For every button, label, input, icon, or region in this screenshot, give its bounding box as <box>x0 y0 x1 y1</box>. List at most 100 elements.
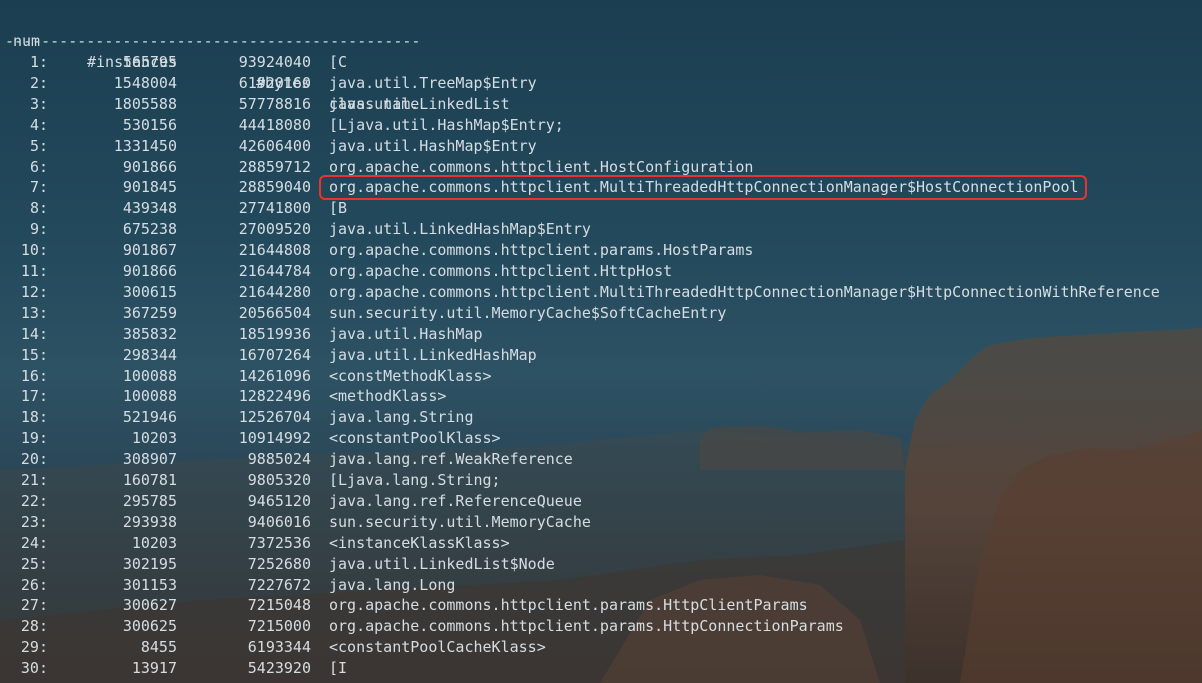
row-class-name: [B <box>329 199 348 218</box>
row-bytes: 20566504 <box>238 303 311 322</box>
row-bytes: 44418080 <box>238 115 311 134</box>
row-instances: 1331450 <box>113 136 177 155</box>
row-num: 1: <box>29 53 48 71</box>
row-bytes: 42606400 <box>238 136 311 155</box>
row-num: 13: <box>20 303 48 322</box>
row-num: 24: <box>20 533 48 552</box>
row-class-name: java.util.LinkedHashMap <box>329 345 537 364</box>
row-bytes: 16707264 <box>238 345 311 364</box>
row-class-name: <instanceKlassKlass> <box>329 533 510 552</box>
row-instances: 100088 <box>122 366 177 385</box>
row-instances: 293938 <box>122 512 177 531</box>
row-num: 16: <box>20 366 48 385</box>
row-class-name: <constantPoolCacheKlass> <box>329 638 546 657</box>
row-bytes: 9885024 <box>247 450 311 469</box>
row-num: 28: <box>20 617 48 636</box>
row-instances: 1548004 <box>113 73 177 92</box>
row-bytes: 21644280 <box>238 282 311 301</box>
row-bytes: 28859040 <box>238 178 311 197</box>
row-class-name: <constantPoolKlass> <box>329 429 501 448</box>
row-num: 22: <box>20 491 48 510</box>
row-instances: 298344 <box>122 345 177 364</box>
row-instances: 901867 <box>122 241 177 260</box>
row-class-name: [Ljava.lang.String; <box>329 471 501 489</box>
row-num: 10: <box>20 241 48 260</box>
row-instances: 300615 <box>122 282 177 301</box>
row-instances: 295785 <box>122 491 177 510</box>
row-num: 7: <box>29 178 48 197</box>
row-class-name: java.util.TreeMap$Entry <box>329 73 537 92</box>
row-class-name: <constMethodKlass> <box>329 366 492 385</box>
header-separator: ----------------------------------------… <box>5 32 421 50</box>
row-bytes: 21644784 <box>238 262 311 280</box>
row-instances: 521946 <box>122 408 177 427</box>
row-num: 26: <box>20 575 48 594</box>
terminal-output[interactable]: num #instances #bytes class name -------… <box>0 0 1202 683</box>
row-bytes: 7215048 <box>247 596 311 615</box>
row-class-name: org.apache.commons.httpclient.params.Htt… <box>329 596 808 615</box>
row-num: 18: <box>20 408 48 427</box>
row-instances: 675238 <box>122 220 177 239</box>
row-bytes: 18519936 <box>238 324 311 343</box>
row-bytes: 12526704 <box>238 408 311 427</box>
highlight-box <box>319 175 1087 200</box>
row-instances: 10203 <box>131 533 177 552</box>
row-class-name: sun.security.util.MemoryCache <box>329 512 591 531</box>
row-instances: 308907 <box>122 450 177 469</box>
row-num: 9: <box>29 220 48 239</box>
row-bytes: 14261096 <box>238 366 311 385</box>
row-bytes: 7372536 <box>247 533 311 552</box>
row-bytes: 21644808 <box>238 241 311 260</box>
row-instances: 160781 <box>122 471 177 489</box>
row-num: 4: <box>29 115 48 134</box>
row-bytes: 27009520 <box>238 220 311 239</box>
row-bytes: 12822496 <box>238 387 311 406</box>
row-bytes: 28859712 <box>238 157 311 176</box>
row-num: 19: <box>20 429 48 448</box>
row-num: 17: <box>20 387 48 406</box>
row-num: 27: <box>20 596 48 615</box>
row-num: 30: <box>20 659 48 678</box>
row-instances: 901866 <box>122 262 177 280</box>
row-num: 23: <box>20 512 48 531</box>
row-num: 21: <box>20 471 48 489</box>
row-instances: 300625 <box>122 617 177 636</box>
row-bytes: 61920160 <box>238 73 311 92</box>
row-bytes: 7252680 <box>247 554 311 573</box>
row-num: 25: <box>20 554 48 573</box>
row-class-name: sun.security.util.MemoryCache$SoftCacheE… <box>329 303 727 322</box>
row-bytes: 93924040 <box>238 53 311 71</box>
row-num: 2: <box>29 73 48 92</box>
row-instances: 565795 <box>122 53 177 71</box>
row-instances: 302195 <box>122 554 177 573</box>
row-instances: 13917 <box>131 659 177 678</box>
row-num: 20: <box>20 450 48 469</box>
row-class-name: <methodKlass> <box>329 387 447 406</box>
row-class-name: java.lang.String <box>329 408 474 427</box>
row-class-name: java.util.LinkedHashMap$Entry <box>329 220 591 239</box>
row-class-name: org.apache.commons.httpclient.params.Hos… <box>329 241 754 260</box>
row-bytes: 5423920 <box>247 659 311 678</box>
row-class-name: java.lang.ref.ReferenceQueue <box>329 491 582 510</box>
row-instances: 439348 <box>122 199 177 218</box>
row-instances: 901866 <box>122 157 177 176</box>
row-num: 5: <box>29 136 48 155</box>
row-class-name: java.lang.ref.WeakReference <box>329 450 573 469</box>
row-class-name: [Ljava.util.HashMap$Entry; <box>329 115 564 134</box>
row-bytes: 27741800 <box>238 199 311 218</box>
row-instances: 8455 <box>140 638 177 657</box>
row-class-name: org.apache.commons.httpclient.MultiThrea… <box>329 282 1160 301</box>
row-class-name: java.lang.Long <box>329 575 456 594</box>
row-class-name: org.apache.commons.httpclient.HttpHost <box>329 262 673 280</box>
row-instances: 385832 <box>122 324 177 343</box>
row-num: 6: <box>29 157 48 176</box>
row-num: 12: <box>20 282 48 301</box>
row-instances: 530156 <box>122 115 177 134</box>
row-bytes: 57778816 <box>238 94 311 113</box>
row-bytes: 7215000 <box>247 617 311 636</box>
row-bytes: 9805320 <box>247 471 311 489</box>
row-num: 8: <box>29 199 48 218</box>
row-instances: 100088 <box>122 387 177 406</box>
row-class-name: org.apache.commons.httpclient.params.Htt… <box>329 617 844 636</box>
row-num: 11: <box>20 262 48 280</box>
